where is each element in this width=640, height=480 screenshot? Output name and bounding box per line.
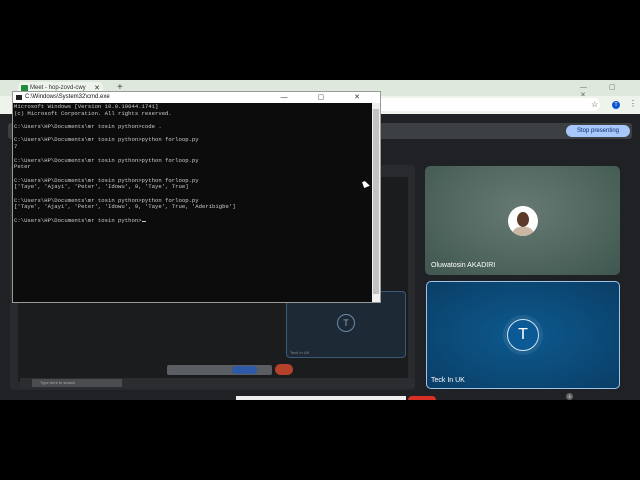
cmd-line: ['Taye', 'Ajayi', 'Peter', 'Idowu', 9, '… (14, 203, 236, 211)
participant-avatar (508, 206, 538, 236)
browser-menu-icon[interactable]: ⋮ (629, 99, 637, 108)
cmd-line: (c) Microsoft Corporation. All rights re… (14, 109, 172, 117)
participant-count-badge: 3 (566, 393, 573, 400)
cmd-line: C:\Users\HP\Documents\mr tosin python> (14, 217, 372, 225)
cmd-output[interactable]: Microsoft Windows [Version 10.0.19044.17… (14, 103, 372, 302)
participant-initial-avatar: T (507, 319, 539, 351)
bookmark-star-icon[interactable]: ☆ (591, 100, 598, 109)
cmd-line: C:\Users\HP\Documents\mr tosin python>py… (14, 156, 199, 164)
participant-name: Teck In UK (431, 377, 465, 384)
end-call-button[interactable] (408, 396, 436, 400)
cmd-line: ['Taye', 'Ajayi', 'Peter', 'Idowu', 9, '… (14, 183, 189, 191)
sharing-notice (167, 365, 272, 375)
text-cursor (141, 220, 146, 222)
participant-name: Oluwatosin AKADIRI (431, 262, 496, 269)
mini-tile-label: Teck In UK (290, 350, 310, 355)
mini-avatar: T (337, 314, 355, 332)
cmd-scrollbar[interactable] (372, 103, 380, 302)
cmd-window-controls[interactable]: — ▢ ✕ (281, 92, 374, 103)
cmd-title: C:\Windows\System32\cmd.exe (25, 94, 110, 100)
taskbar-search: Type here to search (32, 379, 122, 387)
cmd-line: 7 (14, 143, 18, 151)
cmd-line: C:\Users\HP\Documents\mr tosin python>py… (14, 136, 199, 144)
cmd-icon (16, 95, 22, 100)
cmd-title-bar[interactable]: C:\Windows\System32\cmd.exe — ▢ ✕ (13, 92, 380, 103)
cmd-line: C:\Users\HP\Documents\mr tosin python>co… (14, 123, 162, 131)
end-call-preview (275, 364, 293, 375)
cmd-window[interactable]: C:\Windows\System32\cmd.exe — ▢ ✕ Microso… (12, 91, 381, 303)
call-controls[interactable] (205, 396, 440, 400)
profile-avatar[interactable]: T (612, 101, 620, 109)
stop-presenting-button[interactable]: Stop presenting (566, 125, 630, 137)
cmd-line: Peter (14, 163, 31, 171)
